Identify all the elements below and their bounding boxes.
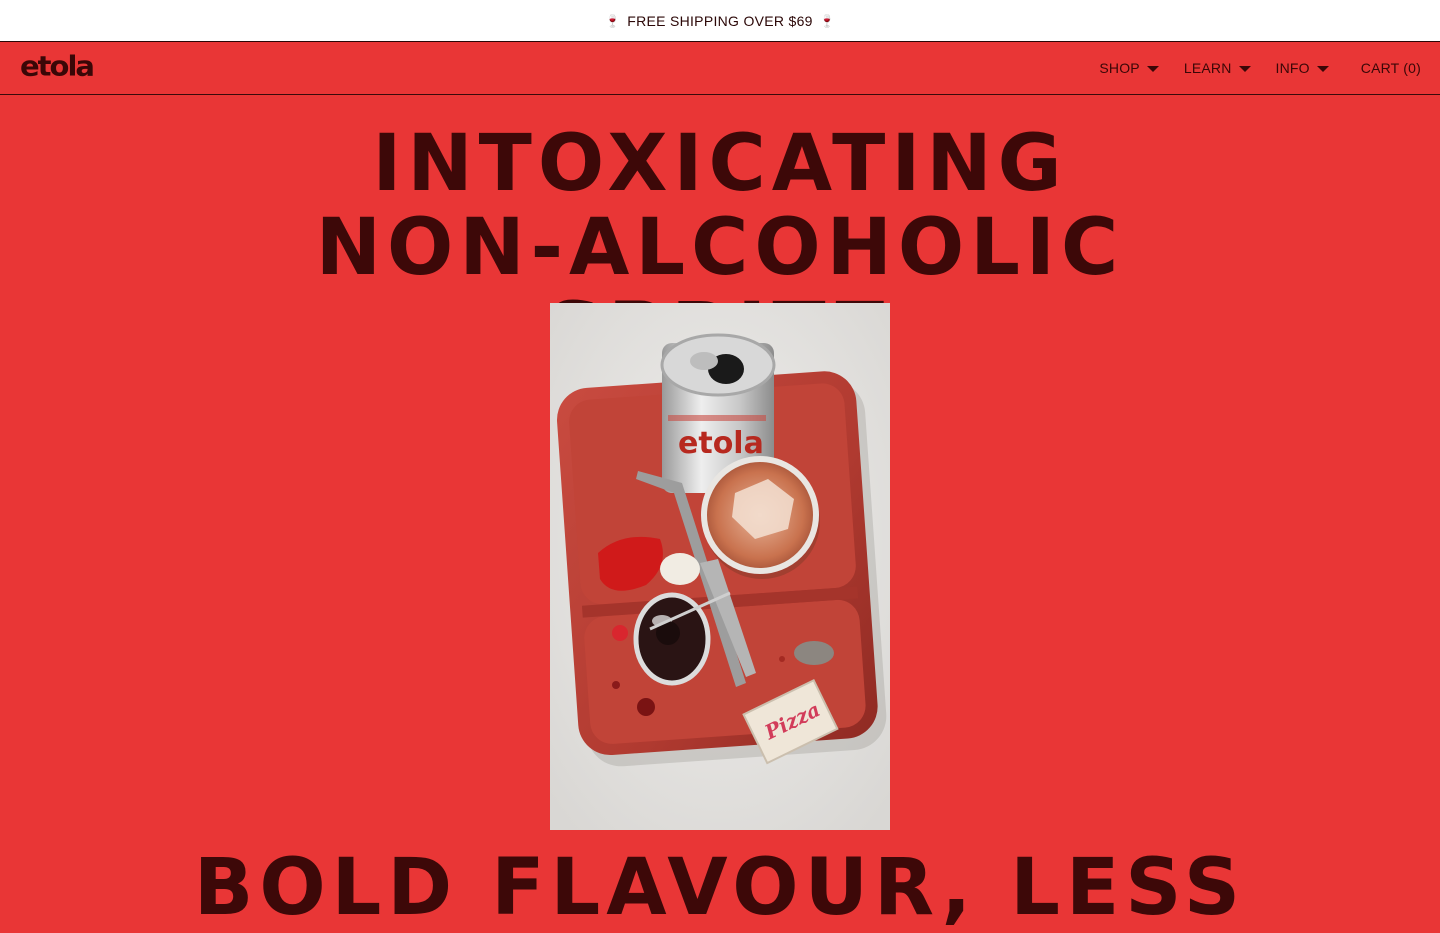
wine-glass-icon: 🍷 bbox=[604, 13, 621, 28]
logo[interactable]: etola bbox=[20, 52, 95, 80]
nav-item-shop[interactable]: SHOP bbox=[1099, 60, 1159, 76]
wine-glass-icon: 🍷 bbox=[819, 13, 836, 28]
nav-item-label: SHOP bbox=[1099, 60, 1140, 76]
announcement-text: FREE SHIPPING OVER $69 bbox=[627, 12, 813, 29]
nav-item-info[interactable]: INFO bbox=[1276, 60, 1329, 76]
chevron-down-icon bbox=[1316, 65, 1329, 72]
nav-menu: SHOP LEARN INFO CART (0) bbox=[1099, 60, 1421, 76]
nav-item-label: LEARN bbox=[1183, 60, 1232, 76]
announcement-bar: 🍷 FREE SHIPPING OVER $69 🍷 bbox=[0, 0, 1440, 42]
spritz-tray-illustration: etola Pizza bbox=[550, 303, 890, 830]
chevron-down-icon bbox=[1146, 65, 1159, 72]
hero-image: etola Pizza bbox=[550, 303, 890, 830]
nav-item-label: INFO bbox=[1275, 60, 1310, 76]
chevron-down-icon bbox=[1238, 65, 1251, 72]
hero-subtitle: BOLD FLAVOUR, LESS bbox=[193, 843, 1247, 933]
svg-text:etola: etola bbox=[678, 426, 764, 461]
nav-item-learn[interactable]: LEARN bbox=[1184, 60, 1251, 76]
cart-link[interactable]: CART (0) bbox=[1361, 60, 1421, 76]
main-nav: etola SHOP LEARN INFO CART (0) bbox=[0, 42, 1440, 95]
